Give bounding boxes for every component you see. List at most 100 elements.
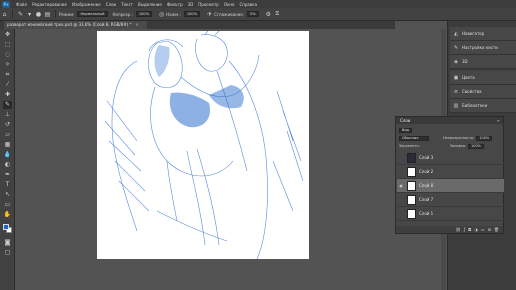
smoothing-field[interactable]: 0% xyxy=(247,11,259,17)
flow-field[interactable]: 100% xyxy=(183,11,201,17)
opacity-label: Непрозр.: xyxy=(112,11,133,17)
foreground-color-swatch[interactable] xyxy=(3,224,9,230)
libraries-icon: ▥ xyxy=(453,102,459,109)
mode-label: Режим: xyxy=(59,11,75,17)
layer-name: Слой 1 xyxy=(419,211,434,216)
brush-tool-icon[interactable]: ✎ xyxy=(16,10,25,19)
layer-opacity-field[interactable]: 100% xyxy=(476,135,493,141)
dock-label: Навигатор xyxy=(462,31,485,36)
layer-row[interactable]: Слой 1 xyxy=(397,207,504,221)
quick-mask-icon[interactable]: ◙ xyxy=(3,239,12,247)
eraser-tool-icon[interactable]: ▱ xyxy=(3,131,12,139)
layer-filter-select[interactable]: Вид xyxy=(399,127,412,133)
dock-navigator[interactable]: ◭ Навигатор xyxy=(450,27,516,41)
gradient-tool-icon[interactable]: ▦ xyxy=(3,141,12,149)
type-tool-icon[interactable]: T xyxy=(3,181,12,189)
document-tab[interactable]: разворот мэнвейский трех.psd @ 33,6% (Сл… xyxy=(4,21,147,29)
crop-tool-icon[interactable]: ⌗ xyxy=(3,71,12,79)
document-canvas[interactable] xyxy=(97,31,309,259)
brush-settings-icon[interactable]: ▤ xyxy=(43,10,52,19)
pressure-opacity-icon[interactable]: ◎ xyxy=(157,10,166,19)
home-icon[interactable]: ⌂ xyxy=(0,10,9,19)
gear-icon[interactable]: ⚙ xyxy=(264,10,273,19)
brush-size-icon[interactable]: ● xyxy=(34,10,43,19)
chevron-down-icon[interactable]: ▾ xyxy=(25,10,34,19)
color-icon: ▣ xyxy=(453,74,459,81)
trash-icon[interactable]: 🗑 xyxy=(494,227,499,232)
menu-window[interactable]: Окно xyxy=(224,2,235,7)
quick-select-tool-icon[interactable]: ✧ xyxy=(3,61,12,69)
options-bar: ⌂ ✎ ▾ ● ▤ Режим: Нормальный Непрозр.: 10… xyxy=(0,8,516,21)
flow-label: Нажм.: xyxy=(166,11,181,17)
fx-icon[interactable]: ƒ xyxy=(464,227,465,232)
blend-mode-select[interactable]: Обычные xyxy=(399,135,429,141)
path-select-tool-icon[interactable]: ↖ xyxy=(3,191,12,199)
marquee-tool-icon[interactable]: ⬚ xyxy=(3,41,12,49)
menu-3d[interactable]: 3D xyxy=(188,2,194,7)
eyedropper-tool-icon[interactable]: ⁄ xyxy=(3,81,12,89)
divider xyxy=(55,10,56,18)
layer-thumbnail xyxy=(407,166,416,177)
history-brush-tool-icon[interactable]: ↺ xyxy=(3,121,12,129)
dock-3d[interactable]: ◈ 3D xyxy=(450,55,516,69)
ps-logo-icon: Ps xyxy=(2,0,10,8)
menu-select[interactable]: Выделение xyxy=(138,2,162,7)
canvas-workspace[interactable] xyxy=(15,29,395,290)
layers-filter-row: Вид xyxy=(399,127,412,133)
airbrush-icon[interactable]: ✈ xyxy=(205,10,214,19)
menu-view[interactable]: Просмотр xyxy=(198,2,219,7)
hand-tool-icon[interactable]: ✋ xyxy=(3,211,12,219)
blur-tool-icon[interactable]: 💧 xyxy=(3,151,12,159)
dock-label: Настройка кисти xyxy=(462,45,498,50)
menu-image[interactable]: Изображение xyxy=(72,2,101,7)
layer-row[interactable]: Слой 2 xyxy=(397,165,504,179)
lock-row: Закрепить: Заливка: 100% xyxy=(399,143,484,149)
photoshop-window: Ps Файл Редактирование Изображение Слои … xyxy=(0,0,516,290)
layers-panel: Слои ≡ Вид Обычные Непрозрачность: 100% … xyxy=(395,116,504,234)
menu-file[interactable]: Файл xyxy=(16,2,27,7)
shape-tool-icon[interactable]: ▭ xyxy=(3,201,12,209)
opacity-field[interactable]: 100% xyxy=(135,11,153,17)
dock-libraries[interactable]: ▥ Библиотеки xyxy=(450,99,516,113)
brush-tool-icon[interactable]: ✎ xyxy=(3,101,12,109)
layers-panel-header[interactable]: Слои ≡ xyxy=(396,117,503,124)
eye-icon[interactable]: ◉ xyxy=(397,183,405,188)
tools-panel: ✥ ⬚ ◌ ✧ ⌗ ⁄ ✚ ✎ ⊥ ↺ ▱ ▦ 💧 ◐ ✒ T ↖ ▭ ✋ ◙ … xyxy=(0,29,15,290)
healing-tool-icon[interactable]: ✚ xyxy=(3,91,12,99)
panel-menu-icon[interactable]: ≡ xyxy=(497,117,500,124)
screen-mode-icon[interactable]: ▢ xyxy=(3,249,12,257)
layers-panel-title: Слои xyxy=(400,118,411,123)
mask-icon[interactable]: ◘ xyxy=(468,227,471,232)
dock-properties[interactable]: ≡ Свойства xyxy=(450,85,516,99)
symmetry-icon[interactable]: ⧖ xyxy=(273,10,282,19)
close-icon[interactable]: × xyxy=(136,22,139,27)
move-tool-icon[interactable]: ✥ xyxy=(3,31,12,39)
stamp-tool-icon[interactable]: ⊥ xyxy=(3,111,12,119)
brush-settings-icon: ✎ xyxy=(453,44,459,51)
layer-name: Слой 3 xyxy=(419,155,434,160)
mode-select[interactable]: Нормальный xyxy=(77,11,108,17)
fill-field[interactable]: 100% xyxy=(468,143,484,149)
menu-help[interactable]: Справка xyxy=(239,2,257,7)
dock-color[interactable]: ▣ Цвета xyxy=(450,71,516,85)
adjustment-icon[interactable]: ◑ xyxy=(474,227,478,232)
dodge-tool-icon[interactable]: ◐ xyxy=(3,161,12,169)
layer-row[interactable]: Слой 3 xyxy=(397,151,504,165)
menu-filter[interactable]: Фильтр xyxy=(167,2,183,7)
3d-icon: ◈ xyxy=(454,58,458,65)
layer-opacity-label: Непрозрачность: xyxy=(443,136,475,140)
layer-thumbnail xyxy=(407,180,416,191)
layer-row[interactable]: Слой 7 xyxy=(397,193,504,207)
navigator-icon: ◭ xyxy=(454,30,458,37)
menu-layers[interactable]: Слои xyxy=(106,2,116,7)
menu-type[interactable]: Текст xyxy=(121,2,133,7)
link-icon[interactable]: ⛓ xyxy=(456,227,461,232)
dock-brush-settings[interactable]: ✎ Настройка кисти xyxy=(450,41,516,55)
menu-edit[interactable]: Редактирование xyxy=(32,2,67,7)
new-layer-icon[interactable]: ⊞ xyxy=(488,227,491,232)
pen-tool-icon[interactable]: ✒ xyxy=(3,171,12,179)
folder-icon[interactable]: ▭ xyxy=(481,227,485,232)
dock-label: Свойства xyxy=(462,89,482,94)
layer-row-selected[interactable]: ◉ Слой 8 xyxy=(397,179,504,193)
lasso-tool-icon[interactable]: ◌ xyxy=(3,51,12,59)
